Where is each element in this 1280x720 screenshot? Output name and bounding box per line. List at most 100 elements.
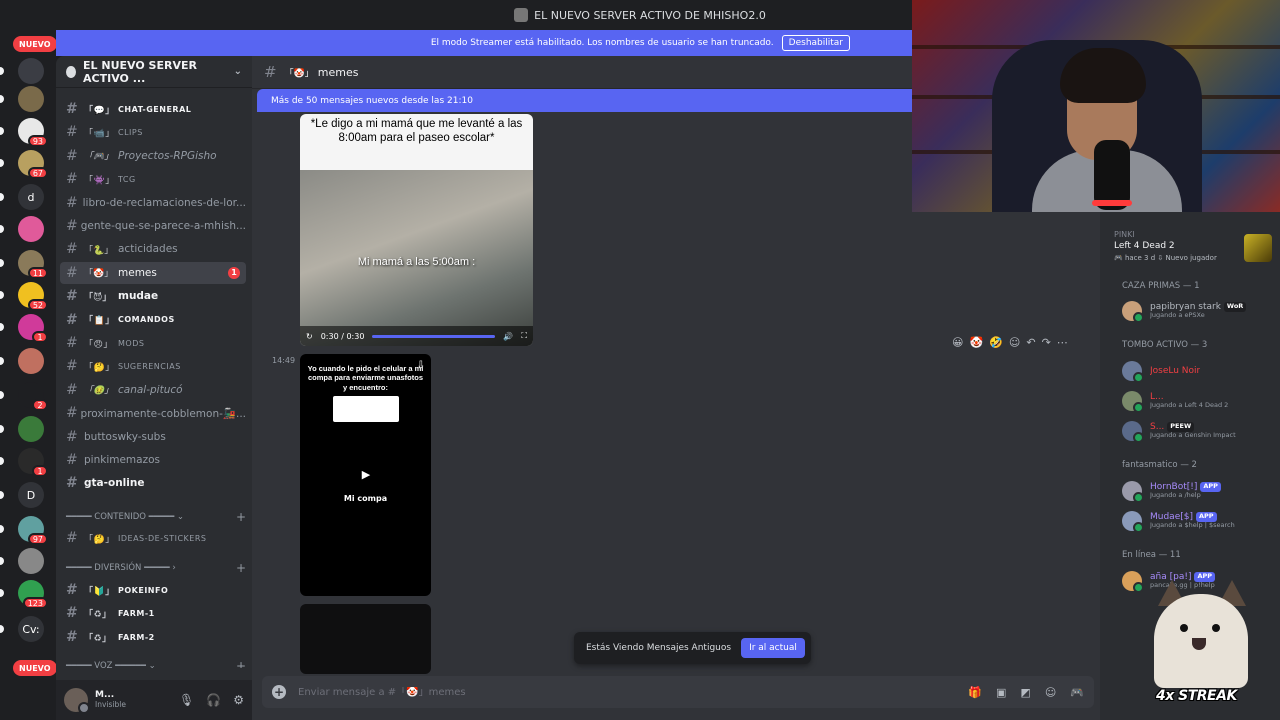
gif-icon[interactable]: ▣: [996, 686, 1006, 699]
headphones-icon[interactable]: 🎧: [206, 693, 221, 707]
channel-item[interactable]: # gta-online: [60, 472, 246, 494]
channel-item[interactable]: # 「♻」 FARM-1: [60, 602, 246, 624]
server-icon[interactable]: [18, 216, 44, 242]
server-icon[interactable]: 67: [18, 150, 48, 179]
member-item[interactable]: L... Jugando a Left 4 Dead 2: [1122, 387, 1276, 415]
server-icon[interactable]: Cv:: [18, 616, 44, 642]
server-icon[interactable]: 2: [18, 382, 48, 411]
channel-item[interactable]: # 「🤡」 memes 1: [60, 261, 246, 284]
sticker-icon[interactable]: ◩: [1020, 686, 1030, 699]
download-icon[interactable]: ⇩: [417, 360, 425, 371]
emoji-icon[interactable]: ☺: [1045, 686, 1056, 699]
add-channel-icon[interactable]: +: [236, 510, 246, 524]
member-item[interactable]: JoseLu Noir: [1122, 357, 1276, 385]
member-item[interactable]: HornBot[!] APP Jugando a /help: [1122, 477, 1276, 505]
gear-icon[interactable]: ⚙: [233, 693, 244, 707]
channel-item[interactable]: # 「👾」 TCG: [60, 168, 246, 190]
channel-category[interactable]: ━━━━━ CONTENIDO ━━━━━ ⌄ +: [66, 509, 246, 525]
avatar[interactable]: [64, 688, 90, 714]
replay-icon[interactable]: ↻: [306, 332, 313, 341]
server-icon[interactable]: 93: [18, 118, 48, 147]
video-attachment[interactable]: [300, 604, 431, 674]
video-progress[interactable]: [372, 334, 496, 338]
unread-pill: [0, 323, 4, 331]
server-icon[interactable]: [18, 348, 44, 374]
add-channel-icon[interactable]: +: [236, 659, 246, 668]
channel-name: proximamente-cobblemon-🚂...: [80, 407, 246, 420]
jump-to-present-button[interactable]: Ir al actual: [741, 638, 805, 658]
member-item[interactable]: Mudae[$] APP Jugando a $help | $search: [1122, 507, 1276, 535]
add-channel-icon[interactable]: +: [236, 561, 246, 575]
avatar: [1122, 361, 1144, 383]
server-icon[interactable]: [18, 86, 44, 112]
server-icon[interactable]: 52: [18, 282, 48, 311]
add-reaction-icon[interactable]: ☺: [1009, 336, 1020, 349]
server-icon[interactable]: 1: [18, 314, 48, 343]
mention-badge: 2: [32, 399, 48, 411]
channel-category[interactable]: ━━━━━ VOZ ━━━━━━ ⌄ +: [66, 658, 246, 668]
reaction-icon[interactable]: 🤡: [969, 336, 983, 349]
server-icon[interactable]: 11: [18, 250, 48, 279]
video-caption: *Le digo a mi mamá que me levanté a las …: [310, 118, 523, 144]
channel-item[interactable]: # 「🎮」 Proyectos-RPGisho: [60, 145, 246, 167]
channel-item[interactable]: # 「🐍」 acticidades: [60, 238, 246, 260]
server-icon[interactable]: D: [18, 482, 44, 508]
channel-item[interactable]: # buttoswky-subs: [60, 426, 246, 448]
microphone-icon[interactable]: 🎙: [179, 693, 194, 707]
channel-item[interactable]: # 「💬」 CHAT-GENERAL: [60, 98, 246, 120]
gift-icon[interactable]: 🎁: [968, 686, 982, 699]
volume-icon[interactable]: 🔊: [503, 332, 513, 341]
member-tag: APP: [1195, 512, 1217, 522]
hash-icon: #: [66, 405, 78, 422]
channel-item[interactable]: # pinkimemazos: [60, 449, 246, 471]
game-icon: [1244, 234, 1272, 262]
channel-item[interactable]: # 「📹」 CLIPS: [60, 121, 246, 143]
activity-card[interactable]: PINKI Left 4 Dead 2 🎮 hace 3 d ⇩ Nuevo j…: [1114, 230, 1272, 268]
server-icon[interactable]: d: [18, 184, 44, 210]
member-item[interactable]: S... PEEW Jugando a Genshin Impact: [1122, 417, 1276, 445]
channel-item[interactable]: # 「😠」 MODS: [60, 332, 246, 354]
channel-emoji: 「🤡」: [84, 269, 114, 280]
channel-item[interactable]: # libro-de-reclamaciones-de-lor...: [60, 192, 246, 214]
channel-item[interactable]: # 「♻」 FARM-2: [60, 626, 246, 648]
video-attachment[interactable]: ⇩ Yo cuando le pido el celular a mi comp…: [300, 354, 431, 596]
add-attachment-icon[interactable]: +: [272, 685, 286, 699]
channel-category[interactable]: ━━━━━ DIVERSIÓN ━━━━━ › +: [66, 560, 246, 576]
video-attachment[interactable]: *Le digo a mi mamá que me levanté a las …: [300, 114, 533, 346]
member-item[interactable]: papibryan stark WoR Jugando a ePSXe: [1122, 297, 1276, 325]
disable-streamer-button[interactable]: Deshabilitar: [781, 35, 850, 51]
server-icon[interactable]: 97: [18, 516, 48, 545]
mention-badge: 52: [27, 299, 48, 311]
play-icon[interactable]: ▶: [354, 462, 378, 486]
server-icon[interactable]: 1: [18, 448, 48, 477]
server-icon[interactable]: [18, 58, 44, 84]
channel-item[interactable]: # proximamente-cobblemon-🚂...: [60, 402, 246, 424]
channel-item[interactable]: # 「🤔」 IDEAS-DE-STICKERS: [60, 527, 246, 549]
channel-emoji: 「📋」: [84, 316, 115, 327]
server-header[interactable]: EL NUEVO SERVER ACTIVO ... ⌄: [56, 56, 252, 88]
apps-icon[interactable]: 🎮: [1070, 686, 1084, 699]
server-icon[interactable]: [18, 548, 44, 574]
forward-icon[interactable]: ↷: [1042, 336, 1051, 349]
hash-icon: #: [66, 264, 78, 281]
new-badge[interactable]: NUEVO: [13, 660, 57, 676]
channel-item[interactable]: # 「🤢」 canal-pitucó: [60, 379, 246, 401]
channel-item[interactable]: # 「📋」 COMANDOS: [60, 309, 246, 331]
channel-emoji: 「👾」: [84, 175, 115, 186]
video-controls: ↻ 0:30 / 0:30 🔊 ⛶: [300, 326, 533, 346]
reaction-icon[interactable]: 🤣: [989, 336, 1003, 349]
message-input[interactable]: [298, 686, 969, 698]
channel-list: # 「💬」 CHAT-GENERAL # 「📹」 CLIPS # 「🎮」 Proyectos-R…: [56, 88, 252, 668]
channel-item[interactable]: # 「🔰」 POKEINFO: [60, 579, 246, 601]
reaction-icon[interactable]: 😀: [952, 336, 963, 349]
channel-item[interactable]: # gente-que-se-parece-a-mhish...: [60, 215, 246, 237]
new-badge[interactable]: NUEVO: [13, 36, 57, 52]
more-icon[interactable]: ⋯: [1057, 336, 1068, 349]
channel-item[interactable]: # 「😈」 mudae: [60, 285, 246, 307]
unread-pill: [0, 391, 4, 399]
channel-item[interactable]: # 「🤔」 SUGERENCIAS: [60, 355, 246, 377]
fullscreen-icon[interactable]: ⛶: [521, 331, 527, 341]
server-icon[interactable]: [18, 416, 44, 442]
server-icon[interactable]: 123: [18, 580, 48, 609]
reply-icon[interactable]: ↶: [1026, 336, 1035, 349]
